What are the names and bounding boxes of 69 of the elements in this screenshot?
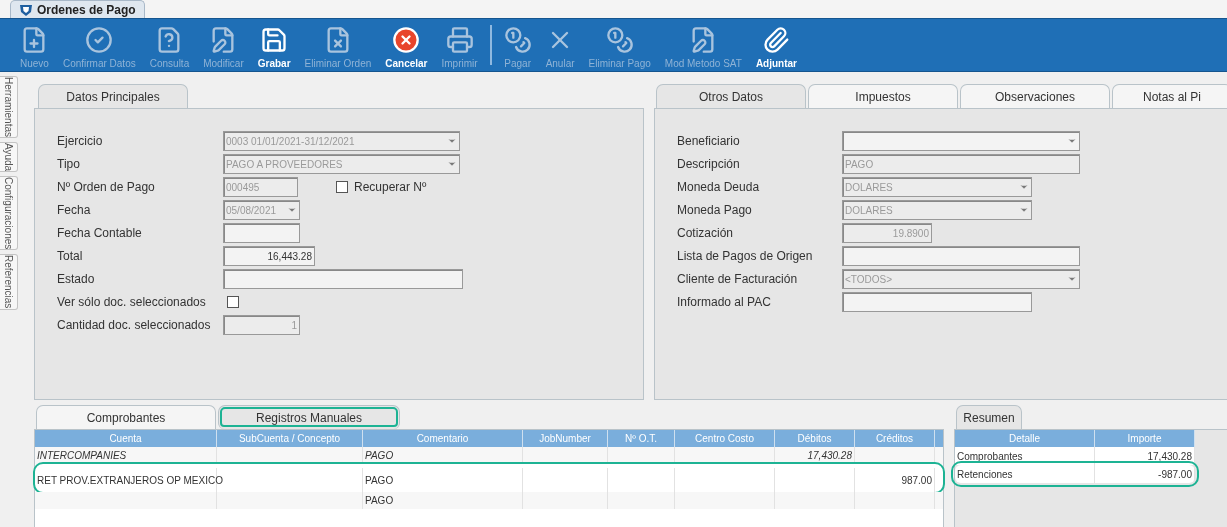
window-title: Ordenes de Pago <box>37 1 136 19</box>
input-field[interactable]: 16,443.28 <box>223 246 315 266</box>
coins-icon <box>605 26 634 54</box>
dropdown-arrow-icon <box>1067 274 1077 284</box>
dropdown-arrow-icon <box>1067 136 1077 146</box>
table-cell-text: 17,430.28 <box>807 449 852 463</box>
field-label: Estado <box>57 271 96 288</box>
shield-logo-icon <box>19 2 33 17</box>
side-tab[interactable]: Configuraciones <box>0 176 18 251</box>
table-cell-text: 17,430.28 <box>1147 449 1192 464</box>
dropdown-field[interactable] <box>842 131 1080 151</box>
field-label: Cotización <box>677 225 735 242</box>
tab[interactable]: Impuestos <box>808 84 958 108</box>
printer-icon <box>445 26 474 54</box>
tab[interactable]: Datos Principales <box>38 84 188 108</box>
side-tab[interactable]: Herramientas <box>0 76 18 139</box>
field-label: Cantidad doc. seleccionados <box>57 317 212 334</box>
table-cell-text: 987.00 <box>901 473 932 488</box>
toolbar-button[interactable]: Cancelar <box>379 19 434 71</box>
field-label: Moneda Pago <box>677 202 753 219</box>
side-tab[interactable]: Referencias <box>0 254 18 310</box>
table-row[interactable]: PAGO <box>35 492 943 509</box>
dropdown-arrow-icon <box>1019 182 1029 192</box>
toolbar-button[interactable]: Grabar <box>251 19 297 71</box>
tab[interactable]: Notas al Pi <box>1112 84 1227 108</box>
field-label: Ver sólo doc. seleccionados <box>57 294 207 311</box>
side-tab[interactable]: Ayuda <box>0 142 18 173</box>
table-row[interactable]: RET PROV.EXTRANJEROS OP MEXICO PAGO 987.00 <box>35 464 943 492</box>
field-label: Cliente de Facturación <box>677 271 799 288</box>
field-label: Tipo <box>57 156 81 173</box>
check-circle-icon <box>85 26 114 54</box>
tab[interactable]: Registros Manuales <box>218 405 400 429</box>
input-field[interactable] <box>223 223 300 243</box>
tab[interactable]: Otros Datos <box>656 84 806 108</box>
x-circle-icon <box>392 26 421 54</box>
field-label: Total <box>57 248 84 265</box>
field-label: Nº Orden de Pago <box>57 179 156 196</box>
tab[interactable]: Comprobantes <box>36 405 216 429</box>
table-cell-text: Retenciones <box>957 467 1013 482</box>
table-cell-text: Comprobantes <box>957 449 1023 464</box>
field-label: Moneda Deuda <box>677 179 761 196</box>
table-cell-text: -987.00 <box>1158 467 1192 482</box>
table-cell-text: PAGO <box>365 473 394 488</box>
input-field[interactable] <box>223 269 463 289</box>
table-cell-text: PAGO <box>365 449 394 463</box>
field-label: Fecha <box>57 202 92 219</box>
dropdown-arrow-icon <box>447 159 457 169</box>
field-label: Descripción <box>677 156 741 173</box>
input-field[interactable] <box>842 246 1080 266</box>
window-tab[interactable]: Ordenes de Pago <box>10 0 145 18</box>
dropdown-arrow-icon <box>1019 205 1029 215</box>
table-cell-text: INTERCOMPANIES <box>37 449 127 463</box>
checkbox[interactable] <box>227 296 239 308</box>
dropdown-arrow-icon <box>287 205 297 215</box>
table-cell-text: RET PROV.EXTRANJEROS OP MEXICO <box>37 473 223 488</box>
field-label: Lista de Pagos de Origen <box>677 248 814 265</box>
input-field[interactable] <box>842 292 1032 312</box>
paperclip-icon <box>762 26 791 54</box>
tab[interactable]: Observaciones <box>960 84 1110 108</box>
toolbar-button[interactable]: Adjuntar <box>749 19 803 71</box>
checkbox-label: Recuperar Nº <box>354 179 427 196</box>
tab[interactable]: Resumen <box>956 405 1022 429</box>
field-label: Informado al PAC <box>677 294 772 311</box>
coins-icon <box>503 26 532 54</box>
field-label: Ejercicio <box>57 133 104 150</box>
field-label: Beneficiario <box>677 133 741 150</box>
table-cell-text: PAGO <box>365 494 394 508</box>
dropdown-arrow-icon <box>447 136 457 146</box>
field-label: Fecha Contable <box>57 225 143 242</box>
